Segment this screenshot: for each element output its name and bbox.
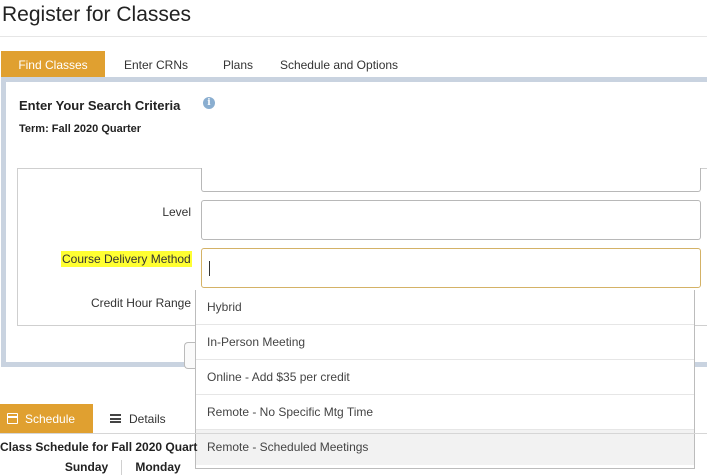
tab-plans[interactable]: Plans (207, 51, 269, 78)
delivery-method-dropdown: Hybrid In-Person Meeting Online - Add $3… (195, 290, 695, 469)
calendar-icon (7, 413, 18, 424)
dropdown-option-remote-scheduled[interactable]: Remote - Scheduled Meetings (196, 430, 694, 465)
tab-schedule-and-options[interactable]: Schedule and Options (269, 51, 409, 78)
day-header-sunday: Sunday (64, 460, 109, 474)
schedule-title: Class Schedule for Fall 2020 Quart (0, 440, 198, 454)
dropdown-option-online[interactable]: Online - Add $35 per credit (196, 360, 694, 395)
schedule-tabs-divider (0, 433, 707, 434)
previous-field-input[interactable] (201, 168, 701, 192)
search-heading: Enter Your Search Criteria (19, 98, 181, 113)
tab-find-classes[interactable]: Find Classes (1, 51, 105, 78)
level-label: Level (162, 205, 191, 219)
course-delivery-method-label: Course Delivery Method (61, 251, 192, 267)
dropdown-option-hybrid[interactable]: Hybrid (196, 290, 694, 325)
schedule-tabs: Schedule Details (0, 404, 707, 434)
day-header-monday: Monday (121, 460, 194, 475)
info-icon[interactable]: i (203, 97, 215, 109)
tab-schedule-label: Schedule (25, 412, 76, 426)
term-label: Term: Fall 2020 Quarter (19, 123, 142, 135)
page-title: Register for Classes (2, 3, 192, 26)
course-delivery-method-input[interactable] (201, 248, 701, 288)
tab-enter-crns[interactable]: Enter CRNs (105, 51, 207, 78)
text-cursor (209, 261, 210, 276)
tab-schedule[interactable]: Schedule (0, 404, 93, 434)
dropdown-option-in-person[interactable]: In-Person Meeting (196, 325, 694, 360)
credit-hour-range-label: Credit Hour Range (90, 296, 191, 310)
title-divider (0, 36, 707, 37)
level-input[interactable] (201, 200, 701, 240)
main-tabs: Find Classes Enter CRNs Plans Schedule a… (1, 51, 409, 78)
tab-details-label: Details (129, 412, 166, 426)
list-icon (110, 414, 121, 423)
search-panel-header: Enter Your Search Criteria i Term: Fall … (6, 82, 707, 168)
